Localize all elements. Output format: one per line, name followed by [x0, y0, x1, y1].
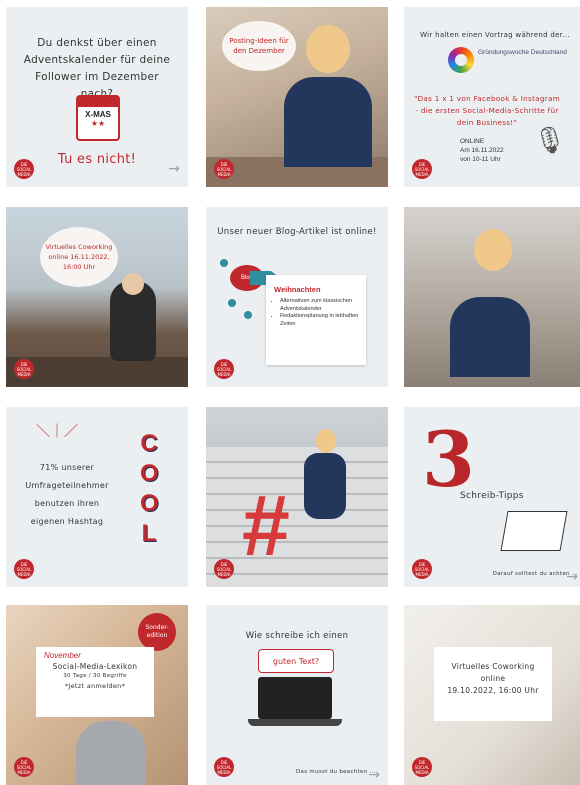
- person-head: [306, 25, 350, 73]
- cool-letter: O: [140, 490, 159, 517]
- event-text: Virtuelles Coworking online 19.10.2022, …: [434, 661, 552, 697]
- post-title: Du denkst über einen Adventskalender für…: [23, 37, 171, 100]
- survey-line: Umfrageteilnehmer: [25, 481, 109, 490]
- survey-line: eigenen Hashtag: [30, 517, 104, 526]
- event-line: 19.10.2022, 16:00 Uhr: [447, 686, 539, 695]
- person-photo: [450, 297, 530, 377]
- cool-vertical-word: C O O L: [140, 429, 159, 549]
- event-details: ONLINE Am 16.11.2022 von 10-11 Uhr: [460, 137, 540, 164]
- calendar-label: X-MAS: [85, 110, 111, 119]
- post-good-text[interactable]: Wie schreibe ich einen guten Text? Das m…: [206, 605, 388, 785]
- brand-logo: DIE SOCIAL MEDIA: [14, 359, 34, 379]
- highlight-box: guten Text?: [258, 649, 334, 673]
- post-phone-photo[interactable]: [404, 207, 580, 387]
- event-line: online: [480, 674, 506, 683]
- calendar-icon: X-MAS ★★: [76, 95, 120, 141]
- post-hashtag-photo[interactable]: # DIE SOCIAL MEDIA: [206, 407, 388, 587]
- dot-icon: [228, 299, 236, 307]
- post-grid: Du denkst über einen Adventskalender für…: [6, 7, 580, 785]
- post-blog-article[interactable]: Unser neuer Blog-Artikel ist online! Blo…: [206, 207, 388, 387]
- knit-bag-photo: [76, 721, 146, 785]
- post-title: Schreib-Tipps: [460, 491, 524, 501]
- talk-title: "Das 1 x 1 von Facebook & Instagram - di…: [413, 94, 561, 127]
- blog-card-list: Alternativen zum klassischen Adventskale…: [266, 298, 366, 328]
- survey-text: 71% unserer Umfrageteilnehmer benutzen i…: [12, 459, 122, 531]
- cool-letter: O: [140, 460, 159, 487]
- post-founders-week[interactable]: Wir halten einen Vortrag während der... …: [404, 7, 580, 187]
- post-hashtag-survey[interactable]: ＼｜／ 71% unserer Umfrageteilnehmer benutz…: [6, 407, 188, 587]
- post-posting-ideas[interactable]: Posting-Ideen für den Dezember DIE SOCIA…: [206, 7, 388, 187]
- post-social-media-lexikon[interactable]: Sonder-edition November Social-Media-Lex…: [6, 605, 188, 785]
- survey-line: 71% unserer: [39, 463, 95, 472]
- brand-logo: DIE SOCIAL MEDIA: [412, 559, 432, 579]
- post-coworking-nov[interactable]: Virtuelles Coworking online 16.11.2022, …: [6, 207, 188, 387]
- arrow-right-icon: →: [566, 569, 578, 585]
- person-head: [316, 429, 336, 453]
- person-head: [474, 229, 512, 271]
- post-footer: Darauf solltest du achten ...: [492, 571, 578, 577]
- dot-icon: [220, 259, 228, 267]
- brand-logo: DIE SOCIAL MEDIA: [14, 159, 34, 179]
- brand-logo: DIE SOCIAL MEDIA: [214, 559, 234, 579]
- speech-bubble: Virtuelles Coworking online 16.11.2022, …: [40, 227, 118, 287]
- month-label: November: [44, 651, 81, 660]
- post-coworking-oct[interactable]: Virtuelles Coworking online 19.10.2022, …: [404, 605, 580, 785]
- cool-letter: C: [140, 430, 158, 457]
- list-item: Redaktionsplanung in lebhaften Zeiten: [280, 313, 366, 328]
- org-name: Gründungswoche Deutschland: [478, 49, 567, 56]
- lexikon-join: *Jetzt anmelden*: [64, 682, 126, 690]
- arrow-right-icon: →: [168, 161, 180, 177]
- event-time: von 10-11 Uhr: [460, 156, 501, 163]
- brand-logo: DIE SOCIAL MEDIA: [214, 359, 234, 379]
- burst-lines-icon: ＼｜／: [36, 423, 78, 439]
- speech-bubble: Posting-Ideen für den Dezember: [222, 21, 296, 71]
- brand-logo: DIE SOCIAL MEDIA: [14, 559, 34, 579]
- event-online: ONLINE: [460, 138, 485, 145]
- brand-logo: DIE SOCIAL MEDIA: [214, 159, 234, 179]
- laptop-icon: [258, 677, 332, 719]
- person-head: [122, 273, 144, 295]
- brand-logo: DIE SOCIAL MEDIA: [14, 757, 34, 777]
- post-heading: Wir halten einen Vortrag während der...: [420, 31, 570, 39]
- lexikon-panel: November Social-Media-Lexikon 30 Tage / …: [36, 647, 154, 717]
- hashtag-sculpture-icon: #: [242, 478, 290, 574]
- microphone-icon: 🎙: [532, 125, 566, 155]
- list-item: Alternativen zum klassischen Adventskale…: [280, 298, 366, 313]
- lexikon-title: Social-Media-Lexikon: [52, 662, 138, 671]
- post-footer: Das musst du beachten ...: [296, 769, 376, 775]
- blog-card: Weihnachten Alternativen zum klassischen…: [266, 275, 366, 365]
- gruendungswoche-logo-icon: [448, 47, 474, 73]
- post-writing-tips[interactable]: 3 Schreib-Tipps Darauf solltest du achte…: [404, 407, 580, 587]
- brand-logo: DIE SOCIAL MEDIA: [412, 757, 432, 777]
- dot-icon: [244, 311, 252, 319]
- event-line: Virtuelles Coworking: [451, 662, 535, 671]
- brand-logo: DIE SOCIAL MEDIA: [412, 159, 432, 179]
- survey-line: benutzen ihren: [34, 499, 100, 508]
- person-photo: [284, 77, 372, 167]
- arrow-right-icon: →: [368, 767, 380, 783]
- post-heading: Unser neuer Blog-Artikel ist online!: [217, 227, 377, 237]
- person-photo: [304, 453, 346, 519]
- laptop-base-icon: [248, 719, 342, 726]
- post-advent-calendar[interactable]: Du denkst über einen Adventskalender für…: [6, 7, 188, 187]
- brand-logo: DIE SOCIAL MEDIA: [214, 757, 234, 777]
- cool-letter: L: [141, 520, 157, 547]
- special-edition-badge: Sonder-edition: [138, 613, 176, 651]
- lexikon-meta: 30 Tage / 30 Begriffe: [63, 673, 127, 679]
- event-date: Am 16.11.2022: [460, 147, 504, 154]
- blog-card-title: Weihnachten: [274, 285, 321, 294]
- paper-pen-icon: [500, 511, 568, 551]
- post-heading: Wie schreibe ich einen: [245, 631, 349, 641]
